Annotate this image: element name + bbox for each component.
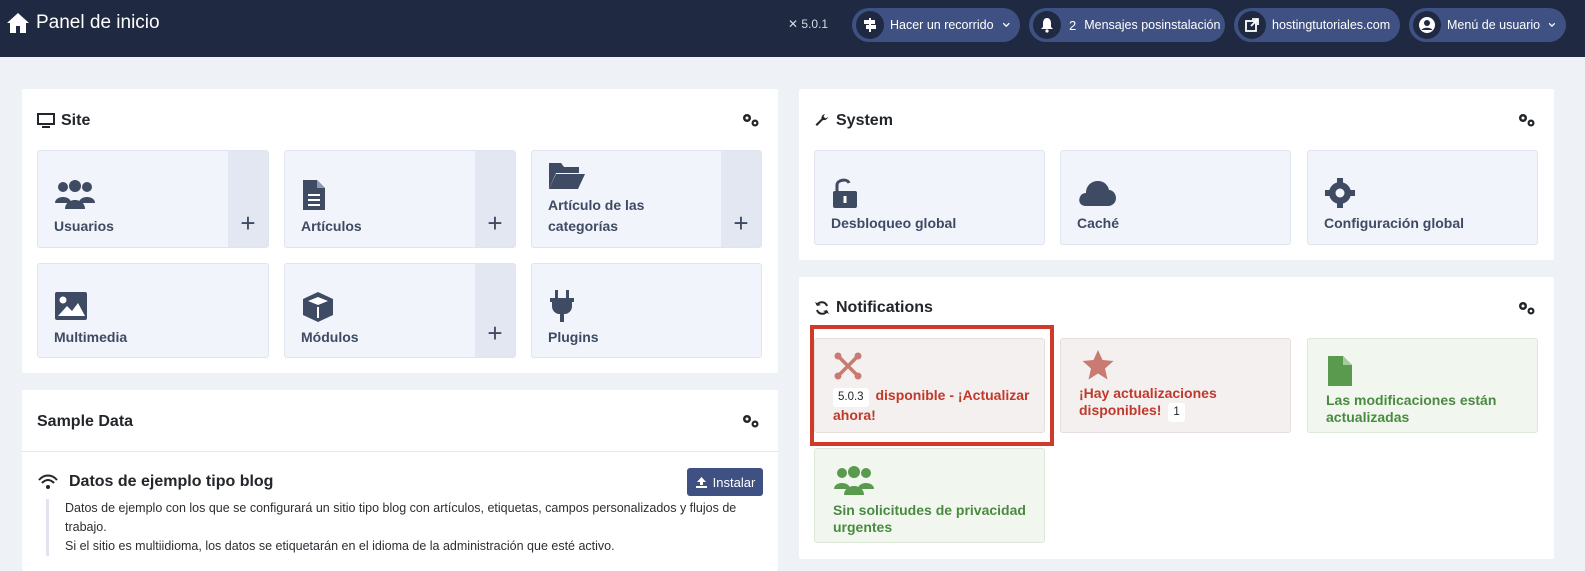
tile-label: Multimedia xyxy=(54,329,128,345)
signpost-icon xyxy=(856,11,884,39)
updates-count-badge: 1 xyxy=(1168,403,1185,422)
view-site-button[interactable]: hostingtutoriales.com xyxy=(1234,8,1400,42)
add-module-button[interactable]: + xyxy=(475,264,515,357)
tile-label: Usuarios xyxy=(54,218,114,234)
system-card-title: System xyxy=(814,112,893,130)
image-icon xyxy=(55,292,87,320)
plug-icon xyxy=(550,290,574,322)
tile-plugins[interactable]: Plugins xyxy=(531,263,762,358)
desktop-icon xyxy=(37,113,55,128)
tile-label: ¡Hay actualizaciones disponibles! 1 xyxy=(1079,385,1279,422)
tile-label: Las modificaciones están actualizadas xyxy=(1326,392,1497,425)
post-install-messages-button[interactable]: 2 Mensajes posinstalación xyxy=(1029,8,1225,42)
tile-label: Caché xyxy=(1077,215,1120,231)
user-menu-button[interactable]: Menú de usuario xyxy=(1409,8,1566,42)
sample-data-title: Sample Data xyxy=(37,413,134,430)
tile-privacy-requests[interactable]: Sin solicitudes de privacidad urgentes xyxy=(814,448,1045,543)
site-label: hostingtutoriales.com xyxy=(1272,18,1391,32)
tile-label: Configuración global xyxy=(1324,215,1464,231)
highlight-box xyxy=(810,325,1054,446)
cloud-icon xyxy=(1079,181,1116,206)
messages-label: Mensajes posinstalación xyxy=(1084,18,1221,32)
cogs-icon[interactable] xyxy=(740,111,762,129)
file-icon xyxy=(1328,356,1352,386)
cog-icon xyxy=(1325,178,1355,208)
joomla-icon: ✕ xyxy=(788,17,802,31)
add-user-button[interactable]: + xyxy=(228,151,268,247)
users-icon xyxy=(834,466,874,495)
tile-label: Artículo de las categorías xyxy=(548,197,645,234)
notifications-card-title: Notifications xyxy=(814,299,933,317)
divider xyxy=(22,451,778,452)
users-icon xyxy=(55,180,95,209)
description-line-2: Si el sitio es multiidioma, los datos se… xyxy=(65,539,615,553)
tile-label: Plugins xyxy=(548,329,599,345)
site-card-title: Site xyxy=(37,112,90,130)
messages-count: 2 xyxy=(1069,17,1077,33)
top-header: Panel de inicio ✕ 5.0.1 Hacer un recorri… xyxy=(0,0,1585,57)
upload-icon xyxy=(695,476,707,488)
wifi-icon xyxy=(38,474,58,489)
user-menu-label: Menú de usuario xyxy=(1447,18,1541,32)
cogs-icon[interactable] xyxy=(1516,299,1538,317)
sync-icon xyxy=(815,301,829,315)
sample-data-description: Datos de ejemplo con los que se configur… xyxy=(46,499,766,556)
tile-articles[interactable]: Artículos + xyxy=(284,150,516,248)
cube-icon xyxy=(303,292,333,322)
wrench-icon xyxy=(815,114,828,126)
tile-cache[interactable]: Caché xyxy=(1060,150,1291,245)
tile-global-checkin[interactable]: Desbloqueo global xyxy=(814,150,1045,245)
tile-media[interactable]: Multimedia xyxy=(37,263,269,358)
cogs-icon[interactable] xyxy=(1516,111,1538,129)
page-title: Panel de inicio xyxy=(36,12,160,33)
tour-button[interactable]: Hacer un recorrido xyxy=(852,8,1020,42)
external-link-icon xyxy=(1238,11,1266,39)
tour-label: Hacer un recorrido xyxy=(890,18,994,32)
tile-extension-updates[interactable]: ¡Hay actualizaciones disponibles! 1 xyxy=(1060,338,1291,433)
tile-label: Módulos xyxy=(301,329,359,345)
add-article-button[interactable]: + xyxy=(475,151,515,247)
sample-item-title: Datos de ejemplo tipo blog xyxy=(37,473,273,491)
install-button[interactable]: Instalar xyxy=(687,468,763,496)
joomla-version: ✕ 5.0.1 xyxy=(788,17,829,31)
tile-categories[interactable]: Artículo de las categorías + xyxy=(531,150,762,248)
bell-icon xyxy=(1033,11,1061,39)
tile-modules[interactable]: Módulos + xyxy=(284,263,516,358)
description-line-1: Datos de ejemplo con los que se configur… xyxy=(65,501,737,534)
tile-global-configuration[interactable]: Configuración global xyxy=(1307,150,1538,245)
unlock-icon xyxy=(833,178,857,208)
add-category-button[interactable]: + xyxy=(721,151,761,247)
cogs-icon[interactable] xyxy=(740,412,762,430)
chevron-down-icon xyxy=(1002,22,1010,28)
tile-label: Sin solicitudes de privacidad urgentes xyxy=(833,502,1026,535)
home-icon[interactable] xyxy=(6,12,30,34)
folder-open-icon xyxy=(549,163,585,189)
user-circle-icon xyxy=(1413,11,1441,39)
file-icon xyxy=(303,180,325,210)
tile-overrides[interactable]: Las modificaciones están actualizadas xyxy=(1307,338,1538,433)
tile-label: Artículos xyxy=(301,218,362,234)
chevron-down-icon xyxy=(1548,22,1556,28)
star-icon xyxy=(1082,350,1114,380)
tile-label: Desbloqueo global xyxy=(831,215,957,231)
tile-users[interactable]: Usuarios + xyxy=(37,150,269,248)
